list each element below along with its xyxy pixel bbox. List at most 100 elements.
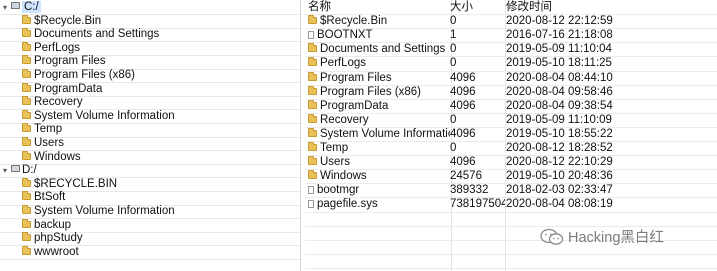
tree-folder[interactable]: $Recycle.Bin	[0, 14, 300, 29]
tree-folder[interactable]: BtSoft	[0, 191, 300, 206]
tree-folder-label: backup	[34, 218, 72, 231]
folder-icon	[22, 191, 31, 201]
row-gridline	[305, 253, 717, 255]
file-name-cell: ProgramData	[308, 99, 450, 113]
tree-folder[interactable]: Windows	[0, 150, 300, 165]
folder-icon	[22, 82, 31, 92]
tree-folder-label: Documents and Settings	[34, 28, 160, 41]
file-size: 0	[450, 113, 457, 126]
drive-label: D:/	[22, 164, 37, 177]
file-name-cell: PerfLogs	[308, 56, 450, 70]
tree-folder[interactable]: $RECYCLE.BIN	[0, 177, 300, 193]
directory-tree: ▾ C:/$Recycle.Bin Documents and Settings Pe…	[0, 0, 301, 271]
file-name-cell: BOOTNXT	[308, 28, 450, 42]
file-modified-time: 2020-08-12 22:10:29	[506, 156, 613, 169]
drive-icon	[11, 165, 20, 173]
file-name: Documents and Settings	[320, 43, 446, 56]
table-row[interactable]: ProgramData 4096 2020-08-04 09:38:54	[305, 99, 717, 113]
folder-icon	[308, 15, 317, 25]
table-row[interactable]: pagefile.sys 738197504 2020-08-04 08:08:19	[305, 197, 717, 211]
column-header-time[interactable]: 修改时间	[506, 0, 636, 14]
tree-folder-label: System Volume Information	[34, 205, 175, 217]
drive-icon	[11, 2, 20, 9]
folder-icon	[22, 96, 31, 106]
tree-folder[interactable]: wwwroot	[0, 245, 300, 261]
table-row[interactable]: BOOTNXT 1 2016-07-16 21:18:08	[305, 28, 717, 42]
file-name-cell: Recovery	[308, 113, 450, 127]
folder-icon	[22, 245, 31, 255]
file-modified-time: 2019-05-09 11:10:09	[506, 113, 612, 126]
table-row[interactable]: Windows 24576 2019-05-10 20:48:36	[305, 169, 717, 183]
file-name-cell: Program Files (x86)	[308, 85, 450, 99]
file-name: Users	[320, 156, 351, 169]
folder-icon	[308, 85, 317, 95]
tree-drive[interactable]: ▾ D:/	[0, 164, 300, 179]
tree-folder[interactable]: ProgramData	[0, 82, 300, 97]
file-size: 4096	[450, 85, 476, 98]
folder-icon	[22, 55, 31, 65]
tree-drive[interactable]: ▾ C:/	[0, 1, 300, 16]
tree-folder[interactable]: System Volume Information	[0, 109, 300, 125]
folder-icon	[22, 177, 31, 187]
folder-icon	[22, 69, 31, 78]
tree-folder[interactable]: Program Files	[0, 55, 300, 70]
expand-caret-icon[interactable]: ▾	[3, 164, 11, 177]
file-name: Program Files (x86)	[320, 85, 421, 98]
tree-folder-label: System Volume Information	[34, 109, 175, 122]
drive-label: C:/	[22, 1, 41, 13]
tree-folder[interactable]: phpStudy	[0, 232, 300, 247]
wechat-icon	[540, 228, 564, 245]
folder-icon	[308, 71, 317, 81]
tree-folder[interactable]: PerfLogs	[0, 41, 300, 57]
file-name: $Recycle.Bin	[320, 15, 388, 28]
table-row[interactable]: Recovery 0 2019-05-09 11:10:09	[305, 113, 717, 127]
tree-folder[interactable]: System Volume Information	[0, 205, 300, 220]
tree-folder[interactable]: Documents and Settings	[0, 28, 300, 43]
folder-icon	[308, 99, 317, 109]
tree-folder-label: Program Files (x86)	[34, 69, 135, 81]
column-header-size[interactable]: 大小	[450, 0, 505, 14]
tree-folder-label: Temp	[34, 123, 63, 136]
tree-folder[interactable]: backup	[0, 218, 300, 233]
table-row[interactable]: PerfLogs 0 2019-05-10 18:11:25	[305, 56, 717, 70]
tree-folder[interactable]: Recovery	[0, 96, 300, 111]
tree-folder[interactable]: Program Files (x86)	[0, 69, 300, 84]
table-row[interactable]: Program Files (x86) 4096 2020-08-04 09:58:…	[305, 85, 717, 99]
folder-icon	[308, 156, 317, 166]
file-size: 0	[450, 15, 457, 28]
file-name-cell: Users	[308, 155, 450, 169]
folder-icon	[22, 123, 31, 133]
list-header: 名称 大小 修改时间	[305, 0, 717, 14]
file-modified-time: 2016-07-16 21:18:08	[506, 29, 613, 42]
table-row[interactable]: System Volume Information 4096 2019-05-10 …	[305, 127, 717, 141]
table-row[interactable]: Temp 0 2020-08-12 18:28:52	[305, 141, 717, 155]
folder-icon	[22, 28, 31, 38]
tree-folder-label: Users	[34, 137, 65, 149]
watermark: Hacking黑白红	[540, 228, 664, 248]
expand-caret-icon[interactable]: ▾	[3, 1, 11, 14]
file-name: Temp	[320, 142, 349, 154]
folder-icon	[22, 150, 31, 160]
tree-folder-label: $RECYCLE.BIN	[34, 177, 118, 190]
tree-folder-label: Windows	[34, 150, 81, 163]
file-name-cell: Temp	[308, 141, 450, 155]
file-name-cell: bootmgr	[308, 183, 450, 197]
tree-folder-label: $Recycle.Bin	[34, 14, 102, 27]
file-modified-time: 2020-08-12 22:12:59	[506, 15, 613, 28]
table-row[interactable]: $Recycle.Bin 0 2020-08-12 22:12:59	[305, 14, 717, 28]
tree-folder-label: Program Files	[34, 55, 106, 68]
file-name-cell: System Volume Information	[308, 127, 450, 141]
file-icon	[308, 31, 314, 40]
tree-folder[interactable]: Temp	[0, 123, 300, 138]
column-header-name[interactable]: 名称	[308, 0, 450, 14]
tree-folder[interactable]: Users	[0, 137, 300, 152]
file-modified-time: 2020-08-04 08:44:10	[506, 71, 613, 84]
table-row[interactable]: bootmgr 389332 2018-02-03 02:33:47	[305, 183, 717, 197]
table-row[interactable]: Program Files 4096 2020-08-04 08:44:10	[305, 71, 717, 85]
folder-icon	[308, 142, 317, 151]
file-name-cell: Program Files	[308, 71, 450, 85]
table-row[interactable]: Users 4096 2020-08-12 22:10:29	[305, 155, 717, 169]
watermark-text: Hacking黑白红	[568, 230, 664, 246]
tree-folder-label: phpStudy	[34, 232, 83, 245]
table-row[interactable]: Documents and Settings 0 2019-05-09 11:10:…	[305, 42, 717, 56]
